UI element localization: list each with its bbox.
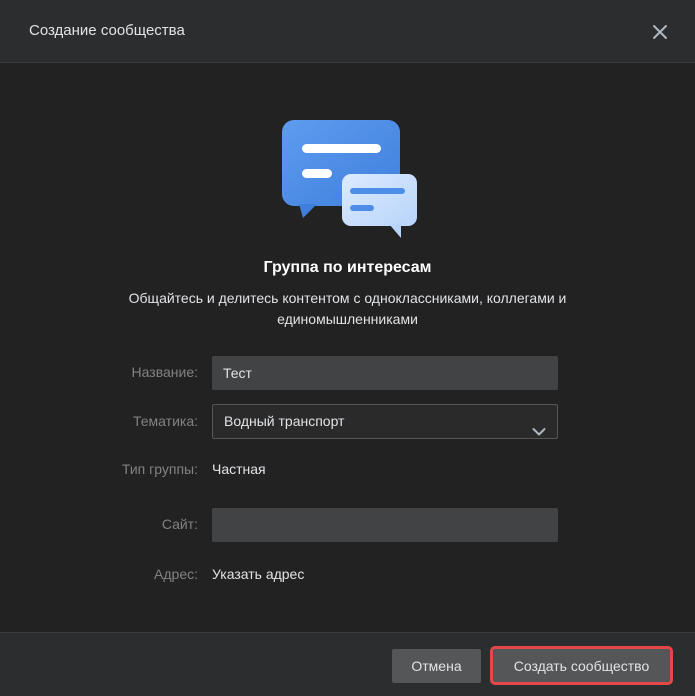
topic-selected-value: Водный транспорт (224, 413, 345, 429)
address-label: Адрес: (154, 566, 198, 582)
create-community-dialog: Создание сообщества Группа по интересам … (0, 0, 695, 696)
topic-label: Тематика: (133, 413, 198, 429)
close-icon[interactable] (646, 18, 674, 46)
site-label: Сайт: (161, 516, 198, 532)
cancel-button[interactable]: Отмена (392, 649, 481, 683)
topic-select[interactable]: Водный транспорт (212, 404, 558, 439)
chat-bubbles-icon (281, 118, 421, 240)
group-type-value[interactable]: Частная (212, 461, 266, 477)
dialog-header: Создание сообщества (0, 0, 695, 63)
community-type-heading: Группа по интересам (263, 259, 432, 276)
dialog-footer: Отмена Создать сообщество (0, 632, 695, 696)
set-address-link[interactable]: Указать адрес (212, 566, 304, 582)
dialog-title: Создание сообщества (29, 22, 185, 39)
name-label: Название: (131, 364, 198, 380)
community-type-description: Общайтесь и делитесь контентом с однокла… (128, 290, 567, 327)
create-community-button[interactable]: Создать сообщество (490, 646, 673, 685)
group-type-label: Тип группы: (121, 461, 198, 477)
chevron-down-icon (532, 416, 546, 449)
name-input[interactable] (212, 356, 558, 390)
site-input[interactable] (212, 508, 558, 542)
